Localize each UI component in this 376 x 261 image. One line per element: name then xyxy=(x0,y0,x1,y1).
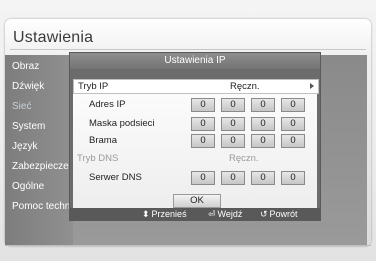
dialog-body: Tryb IP Ręczn. Adres IP 0 0 0 0 Maska po… xyxy=(73,79,319,215)
enter-icon: ⏎ xyxy=(208,209,216,219)
sidebar-item-ogolne[interactable]: Ogólne xyxy=(12,177,74,197)
ip-address-label: Adres IP xyxy=(89,99,126,110)
ip-mode-label: Tryb IP xyxy=(78,81,109,92)
dns-server-label: Serwer DNS xyxy=(89,172,142,183)
hint-enter-label: Wejdź xyxy=(217,209,243,219)
sidebar-item-dzwiek[interactable]: Dźwięk xyxy=(12,77,74,97)
ip-mode-value: Ręczn. xyxy=(230,81,260,92)
subnet-mask-octet-1[interactable]: 0 xyxy=(191,117,215,131)
ip-address-octet-2[interactable]: 0 xyxy=(221,98,245,112)
subnet-mask-label: Maska podsieci xyxy=(89,118,155,129)
ip-address-row: Adres IP 0 0 0 0 xyxy=(73,98,317,112)
sidebar-item-obraz[interactable]: Obraz xyxy=(12,57,74,77)
dns-mode-row: Tryb DNS Ręczn. xyxy=(73,152,317,166)
hint-enter: ⏎ Wejdź xyxy=(208,208,242,220)
ip-address-octet-4[interactable]: 0 xyxy=(281,98,305,112)
gateway-octet-4[interactable]: 0 xyxy=(281,134,305,148)
hint-move-label: Przenieś xyxy=(151,209,187,219)
hint-move: ⬍ Przenieś xyxy=(142,208,187,220)
dns-server-octet-3[interactable]: 0 xyxy=(251,171,275,185)
sidebar-item-siec[interactable]: Sieć xyxy=(12,97,74,117)
ip-address-octet-1[interactable]: 0 xyxy=(191,98,215,112)
dialog-title: Ustawienia IP xyxy=(70,53,320,69)
subnet-mask-octet-4[interactable]: 0 xyxy=(281,117,305,131)
dns-mode-label: Tryb DNS xyxy=(77,153,119,164)
page-title: Ustawienia xyxy=(13,29,94,46)
dns-server-octet-4[interactable]: 0 xyxy=(281,171,305,185)
hint-back-label: Powrót xyxy=(269,209,298,219)
subnet-mask-octet-3[interactable]: 0 xyxy=(251,117,275,131)
title-divider xyxy=(10,49,366,50)
gateway-label: Brama xyxy=(89,135,117,146)
sidebar-item-pomoc[interactable]: Pomoc techniczna xyxy=(12,197,74,217)
ok-button[interactable]: OK xyxy=(173,194,221,208)
bottom-divider xyxy=(5,245,371,246)
gateway-octet-2[interactable]: 0 xyxy=(221,134,245,148)
sidebar-item-jezyk[interactable]: Język xyxy=(12,137,74,157)
sidebar-item-zabezpieczenia[interactable]: Zabezpieczenia xyxy=(12,157,74,177)
updown-arrows-icon: ⬍ xyxy=(142,209,150,219)
sidebar-item-system[interactable]: System xyxy=(12,117,74,137)
hint-bar: ⬍ Przenieś ⏎ Wejdź ↺ Powrót xyxy=(70,208,320,220)
dns-mode-value: Ręczn. xyxy=(229,153,259,164)
subnet-mask-octet-2[interactable]: 0 xyxy=(221,117,245,131)
subnet-mask-row: Maska podsieci 0 0 0 0 xyxy=(73,117,317,131)
dns-server-row: Serwer DNS 0 0 0 0 xyxy=(73,171,317,185)
hint-back: ↺ Powrót xyxy=(260,208,298,220)
dns-server-octet-1[interactable]: 0 xyxy=(191,171,215,185)
sidebar: Obraz Dźwięk Sieć System Język Zabezpiec… xyxy=(5,55,74,245)
ip-settings-dialog: Ustawienia IP Tryb IP Ręczn. Adres IP 0 … xyxy=(69,52,321,221)
arrow-right-icon xyxy=(310,83,314,89)
gateway-row: Brama 0 0 0 0 xyxy=(73,134,317,148)
dns-server-octet-2[interactable]: 0 xyxy=(221,171,245,185)
gateway-octet-3[interactable]: 0 xyxy=(251,134,275,148)
ip-address-octet-3[interactable]: 0 xyxy=(251,98,275,112)
return-icon: ↺ xyxy=(260,209,268,219)
ip-mode-row[interactable]: Tryb IP Ręczn. xyxy=(73,79,319,94)
gateway-octet-1[interactable]: 0 xyxy=(191,134,215,148)
